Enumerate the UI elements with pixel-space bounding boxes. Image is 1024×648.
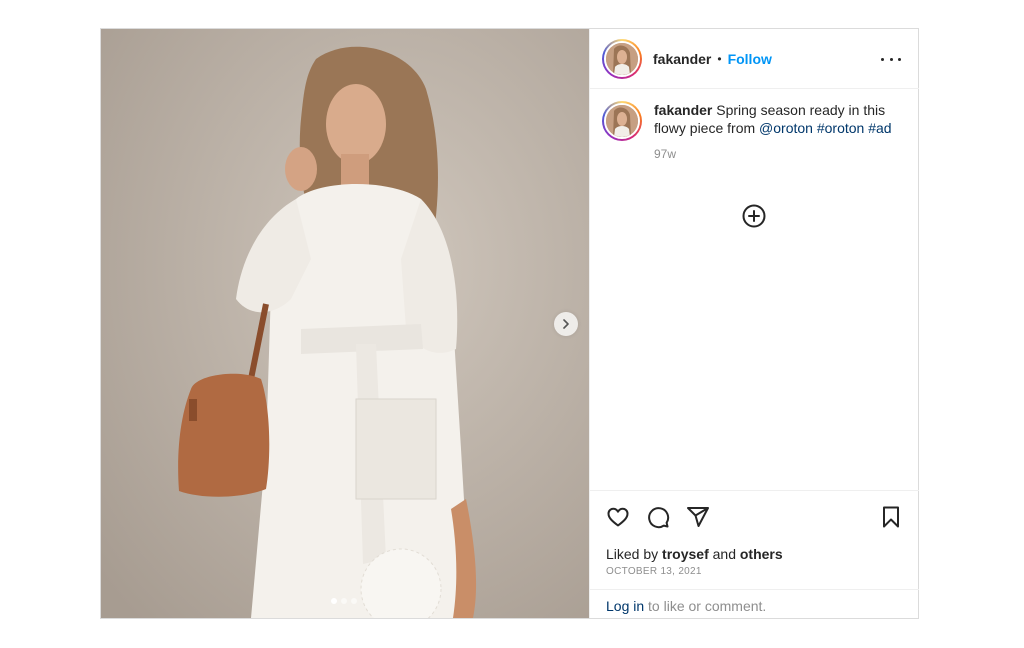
carousel-dot: [331, 598, 337, 604]
carousel-dot: [351, 598, 357, 604]
likes-summary: Liked by troysef and others: [606, 546, 783, 562]
post-photo[interactable]: [101, 29, 589, 618]
actions-section: Liked by troysef and others October 13, …: [590, 490, 919, 618]
liked-by-others-link[interactable]: others: [740, 546, 783, 562]
post-caption: fakander Spring season ready in this flo…: [602, 101, 907, 163]
profile-picture: [606, 105, 638, 137]
login-text: to like or comment.: [644, 598, 767, 614]
post-details-panel: fakander • Follow fakander Spring season…: [589, 29, 919, 618]
more-options-icon[interactable]: [881, 51, 901, 67]
caption-username-link[interactable]: fakander: [654, 102, 712, 118]
liked-by-user-link[interactable]: troysef: [662, 546, 709, 562]
login-prompt: Log in to like or comment.: [590, 589, 919, 619]
post-date[interactable]: October 13, 2021: [606, 566, 702, 577]
photo-image: [101, 29, 589, 618]
caption-avatar[interactable]: [602, 101, 642, 141]
login-link[interactable]: Log in: [606, 598, 644, 614]
carousel-dot: [341, 598, 347, 604]
likes-middle: and: [708, 546, 740, 562]
plus-circle-icon[interactable]: [742, 204, 766, 228]
bookmark-icon[interactable]: [879, 505, 903, 529]
profile-picture: [606, 42, 638, 75]
share-icon[interactable]: [686, 505, 710, 529]
follow-button[interactable]: Follow: [728, 51, 772, 67]
separator-dot: •: [717, 51, 722, 66]
hashtag-link[interactable]: #oroton: [817, 120, 864, 136]
caption-text: fakander Spring season ready in this flo…: [654, 101, 894, 137]
likes-prefix: Liked by: [606, 546, 663, 562]
heart-icon[interactable]: [606, 505, 630, 529]
action-icons: [606, 505, 710, 529]
post-header: fakander • Follow: [590, 29, 919, 89]
post-card: fakander • Follow fakander Spring season…: [100, 28, 919, 619]
next-slide-button[interactable]: [554, 312, 578, 336]
hashtag-link[interactable]: #ad: [868, 120, 891, 136]
caption-timestamp[interactable]: 97w: [654, 145, 894, 163]
chevron-right-icon: [563, 319, 569, 329]
mention-link[interactable]: @oroton: [759, 120, 813, 136]
avatar[interactable]: [602, 38, 642, 79]
carousel-indicator: [331, 598, 357, 604]
username-link[interactable]: fakander: [653, 51, 711, 67]
comment-icon[interactable]: [646, 505, 670, 529]
